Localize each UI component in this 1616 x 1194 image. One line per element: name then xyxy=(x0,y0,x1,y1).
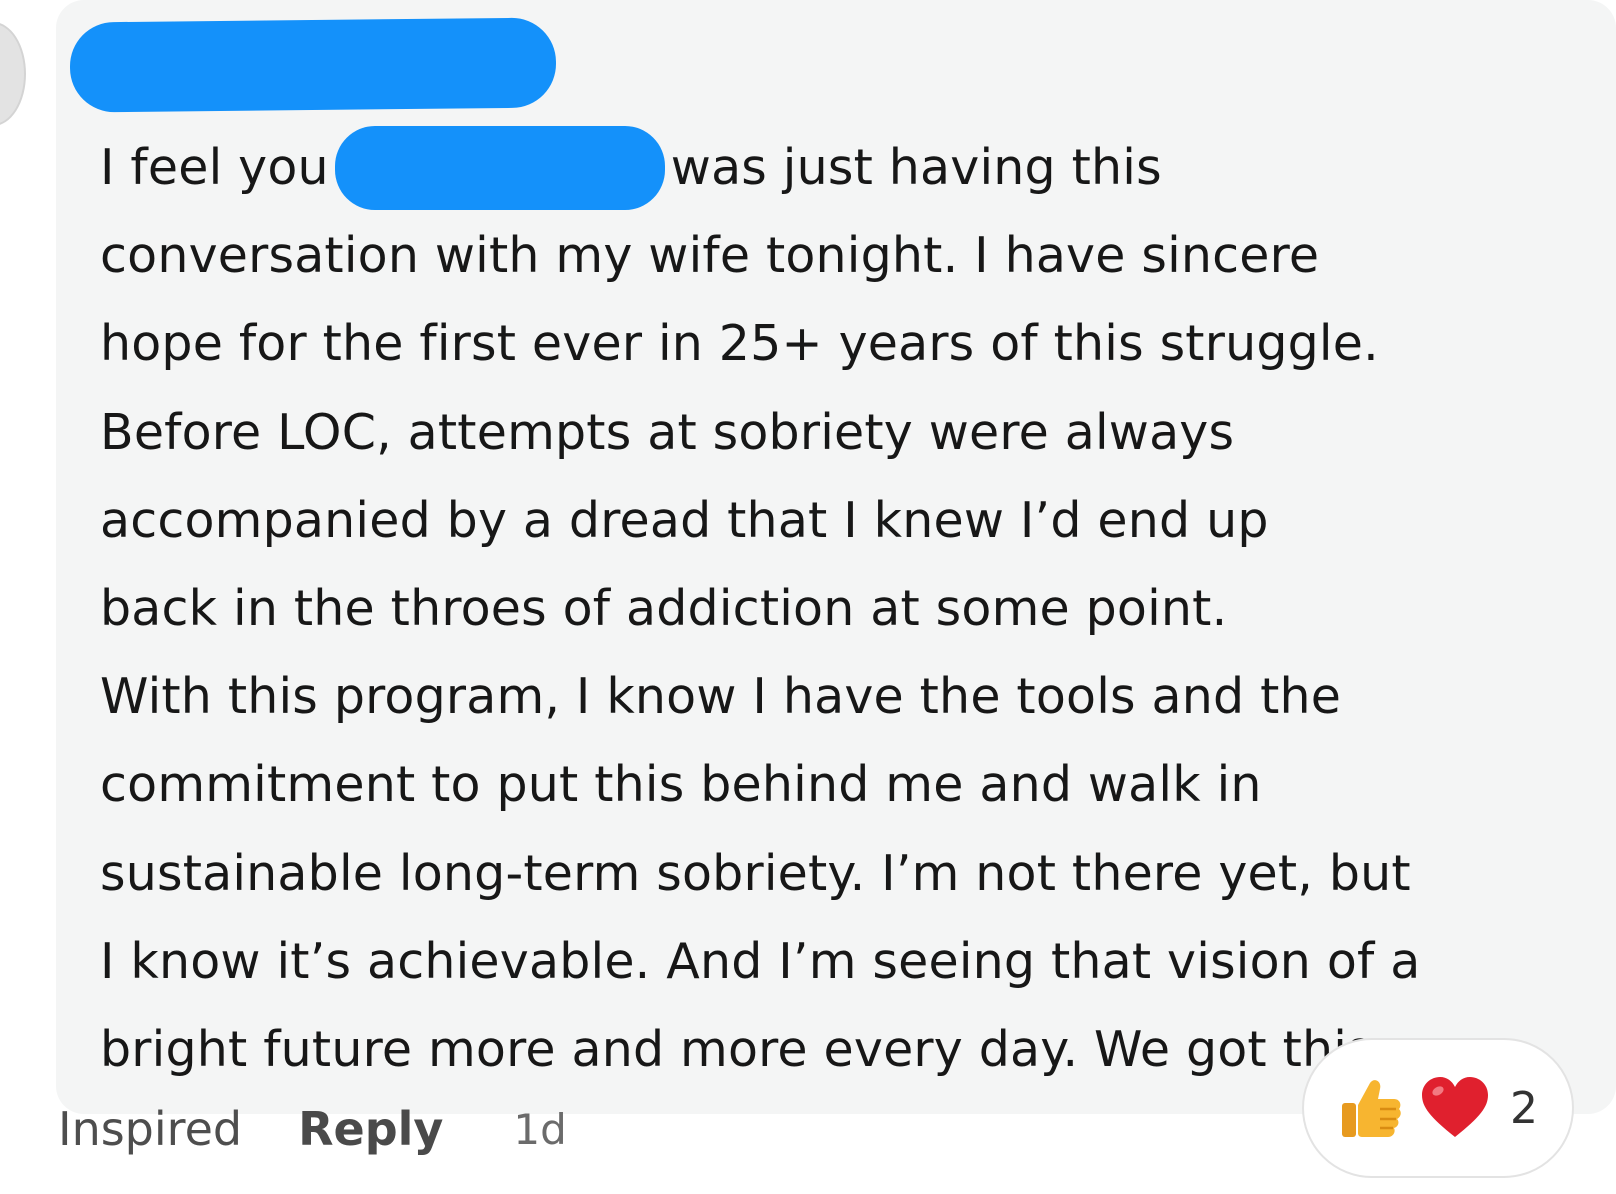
comment-line: hope for the first ever in 25+ years of … xyxy=(100,315,1379,373)
comment-line: back in the throes of addiction at some … xyxy=(100,580,1228,638)
comment-line-end: was just having this xyxy=(670,139,1162,196)
comment-line: conversation with my wife tonight. I hav… xyxy=(100,227,1320,285)
reply-button[interactable]: Reply xyxy=(298,1102,443,1156)
comment-line: I feel you was just having this xyxy=(100,124,1590,212)
comment-line: accompanied by a dread that I knew I’d e… xyxy=(100,491,1269,549)
comment-line: commitment to put this behind me and wal… xyxy=(100,756,1262,814)
comment-line: sustainable long-term sobriety. I’m not … xyxy=(100,844,1411,902)
comment-line: With this program, I know I have the too… xyxy=(100,668,1342,726)
avatar[interactable] xyxy=(0,22,26,126)
comment-actions: Inspired Reply 1d xyxy=(58,1094,567,1164)
comment-line: I know it’s achievable. And I’m seeing t… xyxy=(100,932,1421,990)
comment-line: Before LOC, attempts at sobriety were al… xyxy=(100,403,1235,461)
reaction-count: 2 xyxy=(1510,1082,1538,1134)
mention-redaction xyxy=(334,126,665,210)
inspired-button[interactable]: Inspired xyxy=(58,1102,242,1156)
comment-line-start: I feel you xyxy=(100,139,329,196)
thumbs-up-icon xyxy=(1336,1073,1406,1143)
heart-icon xyxy=(1420,1073,1490,1143)
reactions-pill[interactable]: 2 xyxy=(1302,1038,1574,1178)
comment-body: I feel you was just having this conversat… xyxy=(100,124,1590,1094)
comment-view: I feel you was just having this conversat… xyxy=(0,0,1616,1194)
comment-timestamp: 1d xyxy=(513,1104,567,1154)
author-name-redaction xyxy=(69,17,557,113)
